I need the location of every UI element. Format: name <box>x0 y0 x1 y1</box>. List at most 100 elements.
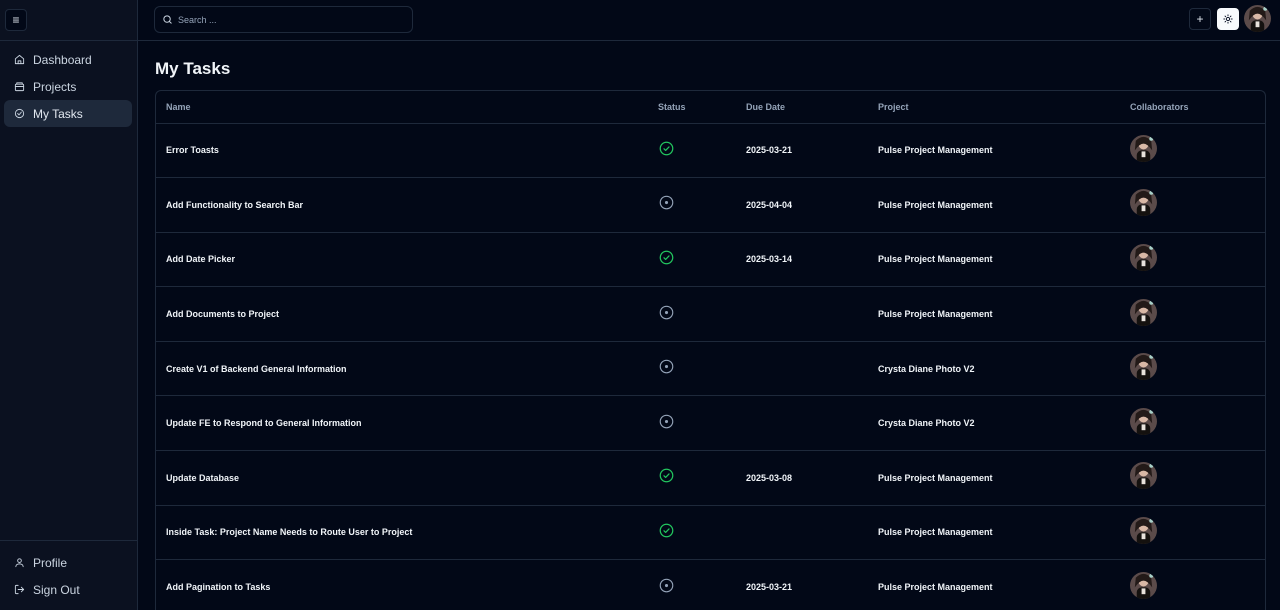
table-row[interactable]: Add Pagination to Tasks 2025-03-21 Pulse… <box>156 559 1265 610</box>
sidebar-item-label: Sign Out <box>33 582 80 597</box>
sidebar-item-profile[interactable]: Profile <box>4 549 132 576</box>
task-due-date <box>736 395 868 452</box>
task-name[interactable]: Update FE to Respond to General Informat… <box>156 395 648 452</box>
table-row[interactable]: Update FE to Respond to General Informat… <box>156 395 1265 452</box>
task-name[interactable]: Add Functionality to Search Bar <box>156 177 648 233</box>
collaborator-avatar[interactable] <box>1120 286 1265 342</box>
search-input[interactable] <box>178 14 398 25</box>
task-project[interactable]: Pulse Project Management <box>868 559 1120 610</box>
task-project[interactable]: Pulse Project Management <box>868 177 1120 233</box>
table-row[interactable]: Add Date Picker 2025-03-14 Pulse Project… <box>156 232 1265 288</box>
collaborator-avatar[interactable] <box>1120 450 1265 506</box>
task-name[interactable]: Add Date Picker <box>156 232 648 288</box>
status-open-icon <box>659 196 674 210</box>
task-status[interactable] <box>648 395 736 452</box>
search-icon <box>163 15 172 24</box>
task-status[interactable] <box>648 505 736 561</box>
task-due-date: 2025-03-21 <box>736 123 868 179</box>
sidebar: ≡ Dashboard Projects My Tasks Profile Si… <box>0 0 138 610</box>
task-name[interactable]: Create V1 of Backend General Information <box>156 341 648 397</box>
plus-icon: + <box>1196 12 1204 26</box>
task-status[interactable] <box>648 450 736 506</box>
search-box[interactable] <box>154 6 413 33</box>
task-name[interactable]: Inside Task: Project Name Needs to Route… <box>156 505 648 561</box>
app: ≡ Dashboard Projects My Tasks Profile Si… <box>0 0 1280 610</box>
table-row[interactable]: Add Documents to Project Pulse Project M… <box>156 286 1265 342</box>
task-project[interactable]: Pulse Project Management <box>868 123 1120 179</box>
menu-toggle-button[interactable]: ≡ <box>5 9 27 31</box>
sidebar-item-label: My Tasks <box>33 106 83 121</box>
table-row[interactable]: Create V1 of Backend General Information… <box>156 341 1265 397</box>
status-open-icon <box>659 305 674 319</box>
task-name[interactable]: Update Database <box>156 450 648 506</box>
task-status[interactable] <box>648 123 736 179</box>
sun-icon <box>1223 14 1233 24</box>
task-status[interactable] <box>648 177 736 233</box>
task-due-date: 2025-03-21 <box>736 559 868 610</box>
task-due-date: 2025-03-14 <box>736 232 868 288</box>
table-header-row: Name Status Due Date Project Collaborato… <box>156 91 1265 124</box>
avatar-photo-icon <box>1130 516 1157 544</box>
task-status[interactable] <box>648 232 736 288</box>
task-due-date <box>736 505 868 561</box>
task-name[interactable]: Error Toasts <box>156 123 648 179</box>
sidebar-item-label: Dashboard <box>33 52 92 67</box>
collaborator-avatar[interactable] <box>1120 559 1265 610</box>
table-row[interactable]: Add Functionality to Search Bar 2025-04-… <box>156 177 1265 233</box>
column-header-status[interactable]: Status <box>648 91 736 124</box>
table-row[interactable]: Update Database 2025-03-08 Pulse Project… <box>156 450 1265 506</box>
sidebar-item-dashboard[interactable]: Dashboard <box>4 46 132 73</box>
table-row[interactable]: Error Toasts 2025-03-21 Pulse Project Ma… <box>156 123 1265 179</box>
user-avatar[interactable] <box>1244 5 1271 32</box>
collaborator-avatar[interactable] <box>1120 123 1265 179</box>
tasks-table: Name Status Due Date Project Collaborato… <box>156 91 1265 610</box>
task-project[interactable]: Pulse Project Management <box>868 450 1120 506</box>
avatar-photo-icon <box>1130 298 1157 326</box>
tasks-table-container: Name Status Due Date Project Collaborato… <box>155 90 1266 610</box>
column-header-name[interactable]: Name <box>156 91 648 124</box>
sidebar-item-projects[interactable]: Projects <box>4 73 132 100</box>
check-circle-icon <box>14 108 25 119</box>
avatar-photo-icon <box>1130 462 1157 490</box>
column-header-collaborators[interactable]: Collaborators <box>1120 91 1265 124</box>
task-project[interactable]: Pulse Project Management <box>868 286 1120 342</box>
home-icon <box>14 54 25 65</box>
task-name[interactable]: Add Documents to Project <box>156 286 648 342</box>
task-project[interactable]: Crysta Diane Photo V2 <box>868 395 1120 452</box>
sidebar-item-my-tasks[interactable]: My Tasks <box>4 100 132 127</box>
status-open-icon <box>659 414 674 429</box>
task-due-date <box>736 286 868 342</box>
collaborator-avatar[interactable] <box>1120 341 1265 397</box>
avatar-photo-icon <box>1130 243 1157 271</box>
menu-icon: ≡ <box>12 13 20 27</box>
column-header-project[interactable]: Project <box>868 91 1120 124</box>
collaborator-avatar[interactable] <box>1120 505 1265 561</box>
avatar-photo-icon <box>1130 571 1157 599</box>
sidebar-header: ≡ <box>0 0 137 41</box>
task-status[interactable] <box>648 559 736 610</box>
collaborator-avatar[interactable] <box>1120 177 1265 233</box>
column-header-due-date[interactable]: Due Date <box>736 91 868 124</box>
collaborator-avatar[interactable] <box>1120 232 1265 288</box>
task-status[interactable] <box>648 286 736 342</box>
add-button[interactable]: + <box>1189 8 1211 30</box>
folders-icon <box>14 82 25 92</box>
task-project[interactable]: Crysta Diane Photo V2 <box>868 341 1120 397</box>
theme-toggle-button[interactable] <box>1217 8 1239 30</box>
collaborator-avatar[interactable] <box>1120 395 1265 452</box>
task-project[interactable]: Pulse Project Management <box>868 505 1120 561</box>
logout-icon <box>14 584 25 595</box>
sidebar-item-sign-out[interactable]: Sign Out <box>4 576 132 603</box>
task-status[interactable] <box>648 341 736 397</box>
task-name[interactable]: Add Pagination to Tasks <box>156 559 648 610</box>
task-due-date: 2025-04-04 <box>736 177 868 233</box>
sidebar-item-label: Profile <box>33 555 68 570</box>
sidebar-item-label: Projects <box>33 79 77 94</box>
task-project[interactable]: Pulse Project Management <box>868 232 1120 288</box>
status-complete-icon <box>659 523 674 538</box>
table-row[interactable]: Inside Task: Project Name Needs to Route… <box>156 505 1265 561</box>
sidebar-nav: Dashboard Projects My Tasks <box>0 41 137 127</box>
status-open-icon <box>659 578 674 592</box>
avatar-photo-icon <box>1130 353 1157 381</box>
avatar-photo-icon <box>1130 189 1157 217</box>
